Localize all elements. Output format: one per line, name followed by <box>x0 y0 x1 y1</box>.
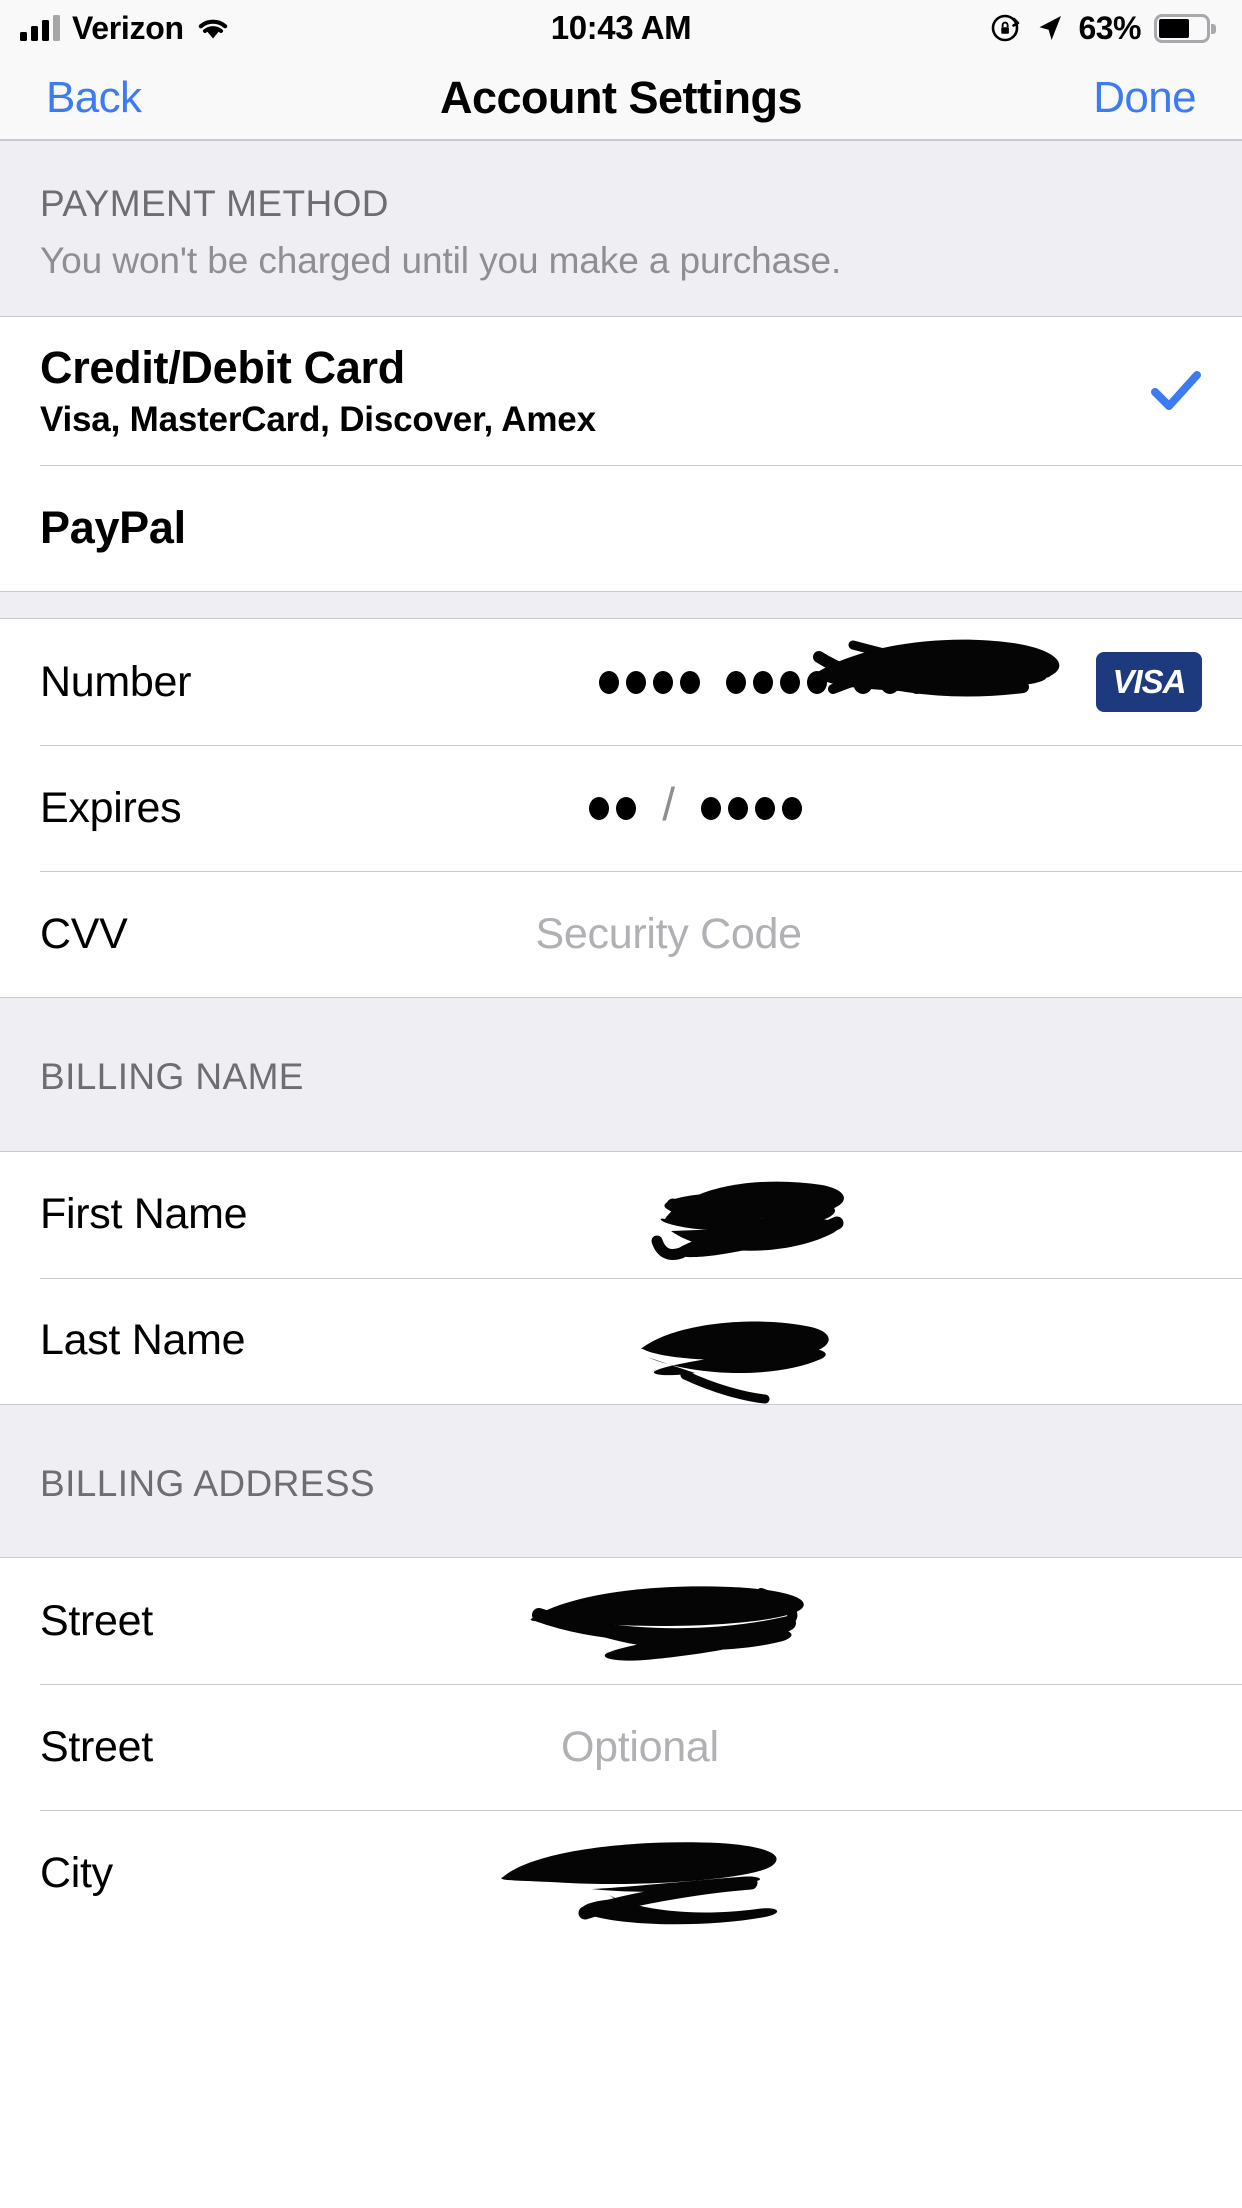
visa-brand-badge: VISA <box>1096 652 1202 713</box>
credit-card-subtitle: Visa, MasterCard, Discover, Amex <box>40 400 596 440</box>
first-name-label: First Name <box>40 1190 248 1239</box>
street-line2-row[interactable]: Street Optional <box>0 1684 1242 1811</box>
battery-icon <box>1154 13 1216 43</box>
billing-name-header-label: BILLING NAME <box>40 1056 304 1098</box>
last-name-row[interactable]: Last Name <box>0 1277 1242 1404</box>
expiry-year-masked-dots <box>701 796 803 820</box>
visa-brand-label: VISA <box>1112 663 1186 701</box>
street-line2-placeholder: Optional <box>560 1722 719 1771</box>
card-cvv-label: CVV <box>40 909 128 958</box>
rotation-lock-icon <box>990 12 1022 44</box>
city-label: City <box>40 1848 113 1897</box>
card-number-value[interactable] <box>599 639 1096 712</box>
street-line2-value[interactable]: Optional <box>561 1717 1202 1777</box>
payment-option-paypal[interactable]: PayPal <box>0 465 1242 592</box>
paypal-title: PayPal <box>40 502 186 554</box>
status-bar-right: 63% <box>990 10 1216 47</box>
checkmark-icon <box>1150 365 1202 417</box>
card-expiry-value[interactable]: / <box>589 778 1202 838</box>
page-title: Account Settings <box>439 71 803 123</box>
last-name-label: Last Name <box>40 1316 246 1365</box>
billing-name-section-header: BILLING NAME <box>0 997 1242 1152</box>
billing-address-list: Street Street Optional City <box>0 1558 1242 1937</box>
card-number-label: Number <box>40 657 192 706</box>
card-expiry-row[interactable]: Expires / <box>0 745 1242 872</box>
payment-method-section-header: PAYMENT METHOD You won't be charged unti… <box>0 140 1242 318</box>
card-number-masked-dots <box>599 670 955 694</box>
done-button[interactable]: Done <box>1093 73 1196 123</box>
phone-screen: Verizon 10:43 AM 63% Back Account Settin… <box>0 0 1242 2208</box>
street-line1-value[interactable] <box>530 1586 1202 1661</box>
card-details-list: Number VISA Expires / CVV Security Code <box>0 619 1242 998</box>
payment-option-credit-debit-card[interactable]: Credit/Debit Card Visa, MasterCard, Disc… <box>0 317 1242 466</box>
battery-percent-label: 63% <box>1078 9 1141 46</box>
status-bar: Verizon 10:43 AM 63% <box>0 0 1242 56</box>
billing-address-section-header: BILLING ADDRESS <box>0 1403 1242 1559</box>
last-name-value[interactable] <box>641 1311 1202 1404</box>
billing-address-header-label: BILLING ADDRESS <box>40 1462 376 1504</box>
location-arrow-icon <box>1035 13 1065 43</box>
cvv-placeholder: Security Code <box>535 909 802 958</box>
card-number-row[interactable]: Number VISA <box>0 619 1242 746</box>
card-cvv-row[interactable]: CVV Security Code <box>0 871 1242 998</box>
navigation-bar: Back Account Settings Done <box>0 56 1242 140</box>
expiry-month-masked-dots <box>589 796 637 820</box>
street-line2-label: Street <box>40 1722 153 1771</box>
first-name-value[interactable] <box>651 1181 1202 1260</box>
expiry-separator: / <box>662 778 676 831</box>
credit-card-label-stack: Credit/Debit Card Visa, MasterCard, Disc… <box>40 342 596 440</box>
first-name-row[interactable]: First Name <box>0 1151 1242 1278</box>
payment-method-options-list: Credit/Debit Card Visa, MasterCard, Disc… <box>0 317 1242 592</box>
payment-method-header-label: PAYMENT METHOD <box>40 183 389 224</box>
back-button[interactable]: Back <box>46 73 142 123</box>
credit-card-title: Credit/Debit Card <box>40 342 405 394</box>
city-row[interactable]: City <box>0 1810 1242 1937</box>
redaction-scribble-city <box>489 1842 799 1993</box>
card-expiry-label: Expires <box>40 783 182 832</box>
card-cvv-value[interactable]: Security Code <box>536 904 1202 964</box>
street-line1-row[interactable]: Street <box>0 1558 1242 1685</box>
city-value[interactable] <box>501 1842 1202 1925</box>
payment-method-footer-note: You won't be charged until you make a pu… <box>40 239 842 281</box>
billing-name-list: First Name Last Name <box>0 1151 1242 1404</box>
section-spacer <box>0 591 1242 620</box>
street-line1-label: Street <box>40 1596 153 1645</box>
